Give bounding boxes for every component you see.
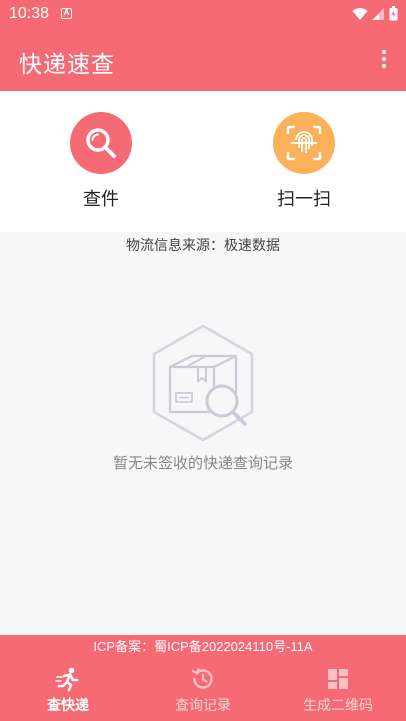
status-time: 10:38 [9,5,50,22]
header: 10:38 A 快递速查 [0,0,406,91]
bottom-nav: 查快递 查询记录 生成二维码 [0,659,406,721]
scan-label: 扫一扫 [277,189,331,210]
fingerprint-scan-icon [273,112,335,174]
status-icons [352,6,398,21]
tab-history-label: 查询记录 [175,698,231,714]
signal-icon [372,7,384,20]
more-vert-icon[interactable] [376,48,392,72]
empty-package-search-icon [152,324,254,442]
grid-icon [328,669,348,689]
wifi-icon [352,7,368,20]
runner-icon [55,667,79,692]
page-title: 快递速查 [19,52,115,78]
history-icon [191,668,213,689]
tab-qrcode[interactable]: 生成二维码 [278,666,398,715]
tab-query[interactable]: 查快递 [8,666,128,715]
search-icon [70,112,132,174]
tab-query-label: 查快递 [47,698,89,714]
quick-actions: 查件 扫一扫 [0,91,406,232]
battery-icon [389,6,398,21]
data-source-text: 物流信息来源：极速数据 [126,238,280,254]
scan-button[interactable]: 扫一扫 [254,112,354,211]
tab-qrcode-label: 生成二维码 [303,698,373,714]
tab-history[interactable]: 查询记录 [143,666,263,715]
status-bar: 10:38 A [0,0,406,28]
icp-notice: ICP备案：蜀ICP备2022024110号-11A [0,635,406,659]
query-button[interactable]: 查件 [51,112,151,211]
notification-icon: A [61,8,72,19]
empty-state-text: 暂无未签收的快递查询记录 [112,454,293,472]
query-label: 查件 [83,189,119,210]
